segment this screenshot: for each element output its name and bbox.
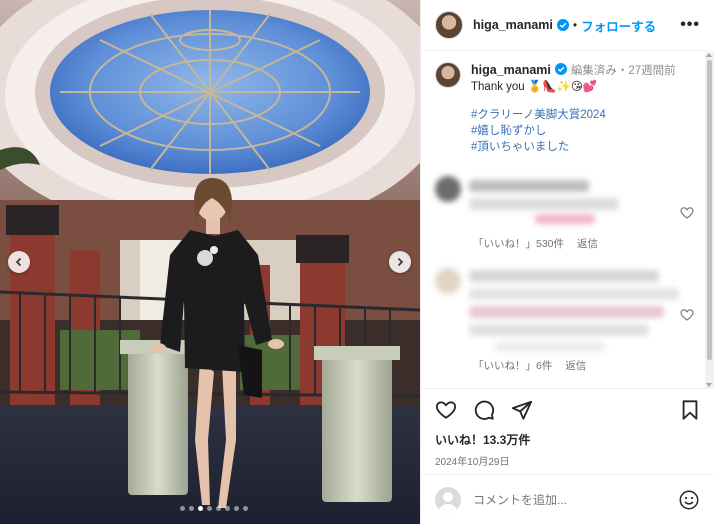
caption: higa_manami 編集済み・27週間前 Thank you 🏅👠✨😘💕 #ク… [421, 52, 714, 155]
next-slide-button[interactable] [389, 251, 411, 273]
reply-button[interactable]: 返信 [565, 360, 586, 372]
previous-slide-button[interactable] [8, 251, 30, 273]
carousel-dot [225, 506, 230, 511]
verified-badge-icon [554, 63, 567, 75]
more-options-button[interactable]: ••• [680, 16, 700, 34]
heart-icon[interactable] [680, 308, 694, 322]
caption-text: Thank you 🏅👠✨😘💕 [471, 81, 598, 93]
post-photo[interactable] [0, 0, 420, 524]
caption-meta: 編集済み・27週間前 [570, 65, 676, 77]
instagram-post-modal: higa_manami • フォローする ••• higa_manami 編集済み… [0, 0, 714, 524]
likes-count[interactable]: いいね！13.3万件 [435, 431, 700, 448]
blurred-comment-text [469, 306, 664, 318]
author-username[interactable]: higa_manami [473, 18, 553, 32]
hashtag-link[interactable]: #頂いちゃいました [471, 139, 676, 155]
blurred-username [469, 270, 659, 282]
scroll-up-arrow-icon[interactable] [706, 53, 712, 57]
reply-button[interactable]: 返信 [577, 238, 598, 250]
scroll-down-arrow-icon[interactable] [706, 383, 712, 387]
post-date[interactable]: 2024年10月29日 [435, 453, 700, 468]
blurred-comment-text [469, 288, 679, 300]
separator-dot: • [572, 18, 578, 32]
user-avatar [435, 486, 461, 513]
post-actions: いいね！13.3万件 2024年10月29日 [421, 388, 714, 468]
comment-meta: 「いいね！」530件 返信 [473, 236, 608, 251]
comment-icon[interactable] [473, 399, 495, 421]
caption-hashtags: #クラリーノ美脚大賞2024 #嬉し恥ずかし #頂いちゃいました [471, 107, 676, 155]
comments-scrollbar[interactable] [705, 52, 714, 388]
blurred-comment-text [469, 324, 649, 336]
commenter-avatar-blurred [435, 268, 461, 294]
author-avatar[interactable] [435, 11, 463, 39]
comment-like-count[interactable]: 「いいね！」530件 [473, 238, 564, 250]
carousel-dot [234, 506, 239, 511]
caption-avatar[interactable] [435, 62, 461, 88]
heart-icon[interactable] [435, 399, 457, 421]
hashtag-link[interactable]: #嬉し恥ずかし [471, 123, 676, 139]
caption-username[interactable]: higa_manami [471, 63, 551, 77]
carousel-indicator [180, 506, 248, 511]
heart-icon[interactable] [680, 206, 694, 220]
comment-input[interactable] [473, 492, 678, 507]
chevron-right-icon [397, 257, 404, 267]
comment-like-count[interactable]: 「いいね！」6件 [473, 360, 552, 372]
photo-scene [0, 0, 420, 524]
commenter-avatar-blurred [435, 176, 461, 202]
carousel-dot [216, 506, 221, 511]
blurred-emoji [535, 214, 595, 224]
comment-meta: 「いいね！」6件 返信 [473, 358, 596, 373]
blurred-username [469, 180, 589, 192]
follow-button[interactable]: フォローする [581, 16, 656, 35]
carousel-dot [180, 506, 185, 511]
scrollbar-thumb[interactable] [707, 60, 712, 360]
comments-section[interactable]: higa_manami 編集済み・27週間前 Thank you 🏅👠✨😘💕 #ク… [421, 52, 714, 388]
carousel-dot [207, 506, 212, 511]
bookmark-icon[interactable] [680, 399, 700, 421]
post-header: higa_manami • フォローする ••• [421, 0, 714, 51]
emoji-icon[interactable] [678, 489, 700, 511]
blurred-comment-text [495, 342, 605, 352]
carousel-dot [189, 506, 194, 511]
chevron-left-icon [15, 257, 22, 267]
comment-item: 「いいね！」530件 返信 [435, 176, 700, 256]
blurred-comment-text [469, 198, 619, 210]
post-details-panel: higa_manami • フォローする ••• higa_manami 編集済み… [420, 0, 714, 524]
carousel-dot [198, 506, 203, 511]
carousel-dot [243, 506, 248, 511]
verified-badge-icon [556, 19, 569, 31]
hashtag-link[interactable]: #クラリーノ美脚大賞2024 [471, 107, 676, 123]
comment-item: 「いいね！」6件 返信 [435, 266, 700, 376]
share-icon[interactable] [511, 399, 533, 421]
add-comment-bar [421, 474, 714, 524]
